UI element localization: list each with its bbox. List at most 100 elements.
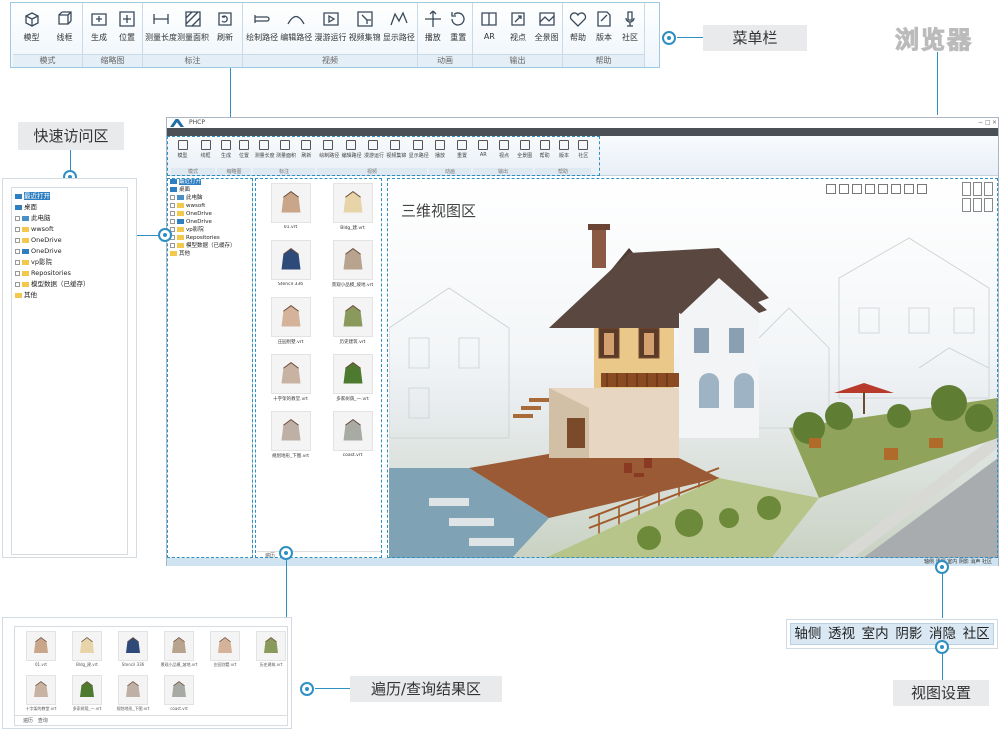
result-item[interactable]: 01.vrt <box>21 631 61 675</box>
measure-area-button[interactable]: 测量面积 <box>176 9 210 47</box>
tree-item[interactable]: 其他 <box>12 290 127 301</box>
menu-group-title: 缩略图 <box>83 54 142 67</box>
tree-item[interactable]: 此电脑 <box>12 213 127 224</box>
result-item[interactable]: 多家树荫_一.vrt <box>67 675 107 719</box>
star-icon <box>15 193 22 199</box>
reset-button[interactable]: 重置 <box>441 9 475 47</box>
menu-group-title: 帮助 <box>563 54 644 67</box>
view-setting-button[interactable]: 透视 <box>825 624 859 644</box>
result-item[interactable]: 规划地形_下图.vrt <box>113 675 153 719</box>
panorama-button[interactable]: 全景图 <box>530 9 564 47</box>
view-setting-button[interactable]: 社区 <box>959 624 993 644</box>
menu-button-label: 绘制路径 <box>246 33 279 42</box>
desktop-icon <box>15 204 22 210</box>
expand-icon[interactable] <box>15 259 20 265</box>
view-setting-button[interactable]: 室内 <box>858 624 892 644</box>
browser-callout-line <box>937 52 938 115</box>
video-collection-button[interactable]: 视频集锦 <box>348 9 382 47</box>
menu-bar-callout: 菜单栏 <box>703 25 807 51</box>
tree-item[interactable]: vp影院 <box>12 257 127 268</box>
result-item[interactable]: Bldg_建.vrt <box>67 631 107 675</box>
menu-button-label: 线框 <box>56 33 73 42</box>
refresh-button[interactable]: 刷新 <box>208 9 242 47</box>
results-callout-line <box>315 688 350 689</box>
measure-length-button[interactable]: 测量长度 <box>144 9 178 47</box>
menu-button-label: 社区 <box>622 33 638 42</box>
play-roam-button[interactable]: 漫游运行 <box>314 9 348 47</box>
folder-icon <box>22 237 29 243</box>
menu-group-4: 播放 重置 动画 <box>418 3 473 67</box>
folder-icon <box>22 281 29 287</box>
tree-item[interactable]: 模型数据（已缓存） <box>12 279 127 290</box>
result-item[interactable]: 历史建筑.vrt <box>251 631 291 675</box>
menu-button-label: 漫游运行 <box>314 33 347 42</box>
result-item[interactable]: 景观小品模_坡地.vrt <box>159 631 199 675</box>
app-window: PHCP − □ × 模型 线框 模式 生成 位置 缩略图 测量长度 测量面积 刷新 标注 绘制路径… <box>166 117 999 566</box>
panorama-icon <box>530 9 564 29</box>
view-setting-button[interactable]: 阴影 <box>892 624 926 644</box>
folder-icon <box>22 270 29 276</box>
position-button[interactable]: 位置 <box>110 9 144 47</box>
expand-icon[interactable] <box>15 281 20 287</box>
play-roam-icon <box>314 9 348 29</box>
quick-access-zoom: 最近打开 桌面 此电脑 wwsoft OneDrive OneDrive vp影院 Repos… <box>2 178 137 558</box>
menu-bar-callout-line <box>677 37 703 38</box>
pc-icon <box>22 215 29 221</box>
expand-icon[interactable] <box>15 248 20 254</box>
quick-access-link-dot <box>158 228 172 242</box>
result-item[interactable]: coast.vrt <box>159 675 199 719</box>
maximize-button[interactable]: □ <box>985 118 991 128</box>
folder-icon <box>22 259 29 265</box>
view-settings-bar: 轴侧 透视 室内 阴影 消隐 社区 <box>790 623 994 645</box>
tree-item[interactable]: 桌面 <box>12 202 127 213</box>
expand-icon[interactable] <box>15 270 20 276</box>
menu-button-label: 编辑路径 <box>280 33 313 42</box>
result-item[interactable]: 庄园别墅.vrt <box>205 631 245 675</box>
minimize-button[interactable]: − <box>978 118 983 128</box>
expand-icon[interactable] <box>15 226 20 232</box>
tree-item[interactable]: 最近打开 <box>12 191 127 202</box>
close-button[interactable]: × <box>992 118 997 128</box>
community-button[interactable]: 社区 <box>613 9 647 47</box>
result-item[interactable]: Stencil 336 <box>113 631 153 675</box>
menu-group-title: 动画 <box>418 54 472 67</box>
result-item[interactable]: 十字架的教堂.vrt <box>21 675 61 719</box>
draw-path-button[interactable]: 绘制路径 <box>245 9 279 47</box>
menu-bar-zoom: 模型 线框 模式 生成 位置 缩略图 测量长度 测量面积 刷新 标注 绘制路径 编辑路径 漫游运行 视频集… <box>10 2 660 68</box>
model-thumbnail <box>26 631 56 661</box>
menu-group-2: 测量长度 测量面积 刷新 标注 <box>143 3 243 67</box>
expand-icon[interactable] <box>15 215 20 221</box>
tree-item[interactable]: OneDrive <box>12 235 127 246</box>
model-thumbnail <box>256 631 286 661</box>
model-thumbnail <box>164 631 194 661</box>
refresh-icon <box>208 9 242 29</box>
model-thumbnail <box>118 631 148 661</box>
result-item-label: 景观小品模_坡地.vrt <box>160 662 198 667</box>
results-zoom-panel: 遍历 查询 01.vrt Bldg_建.vrt Stencil 336 景观小品模_坡… <box>14 626 288 726</box>
show-path-icon <box>382 9 416 29</box>
view-setting-button[interactable]: 轴侧 <box>791 624 825 644</box>
view-settings-top-dot <box>935 560 949 574</box>
quick-access-link-line <box>137 235 158 236</box>
tree-item[interactable]: Repositories <box>12 268 127 279</box>
tree-item-label: 其他 <box>24 291 37 299</box>
menu-button-label: 重置 <box>450 33 467 42</box>
tree-item[interactable]: wwsoft <box>12 224 127 235</box>
menu-button-label: 全景图 <box>534 33 559 42</box>
cube-button[interactable]: 模型 <box>15 9 49 47</box>
expand-icon[interactable] <box>15 237 20 243</box>
tree-item-label: Repositories <box>31 269 71 277</box>
wireframe-cube-icon <box>48 9 82 29</box>
folder-icon <box>22 226 29 232</box>
wireframe-cube-button[interactable]: 线框 <box>48 9 82 47</box>
tree-item[interactable]: OneDrive <box>12 246 127 257</box>
app-logo <box>170 119 184 127</box>
result-item-label: 庄园别墅.vrt <box>213 662 237 667</box>
result-item-label: 01.vrt <box>35 662 47 667</box>
quick-access-tree: 最近打开 桌面 此电脑 wwsoft OneDrive OneDrive vp影院 Repos… <box>11 187 128 555</box>
menu-button-label: 模型 <box>23 33 40 42</box>
menu-group-5: AR 视点 全景图 输出 <box>473 3 563 67</box>
show-path-button[interactable]: 显示路径 <box>382 9 416 47</box>
results-zoom: 遍历 查询 01.vrt Bldg_建.vrt Stencil 336 景观小品模_坡… <box>2 617 292 729</box>
edit-path-button[interactable]: 编辑路径 <box>279 9 313 47</box>
